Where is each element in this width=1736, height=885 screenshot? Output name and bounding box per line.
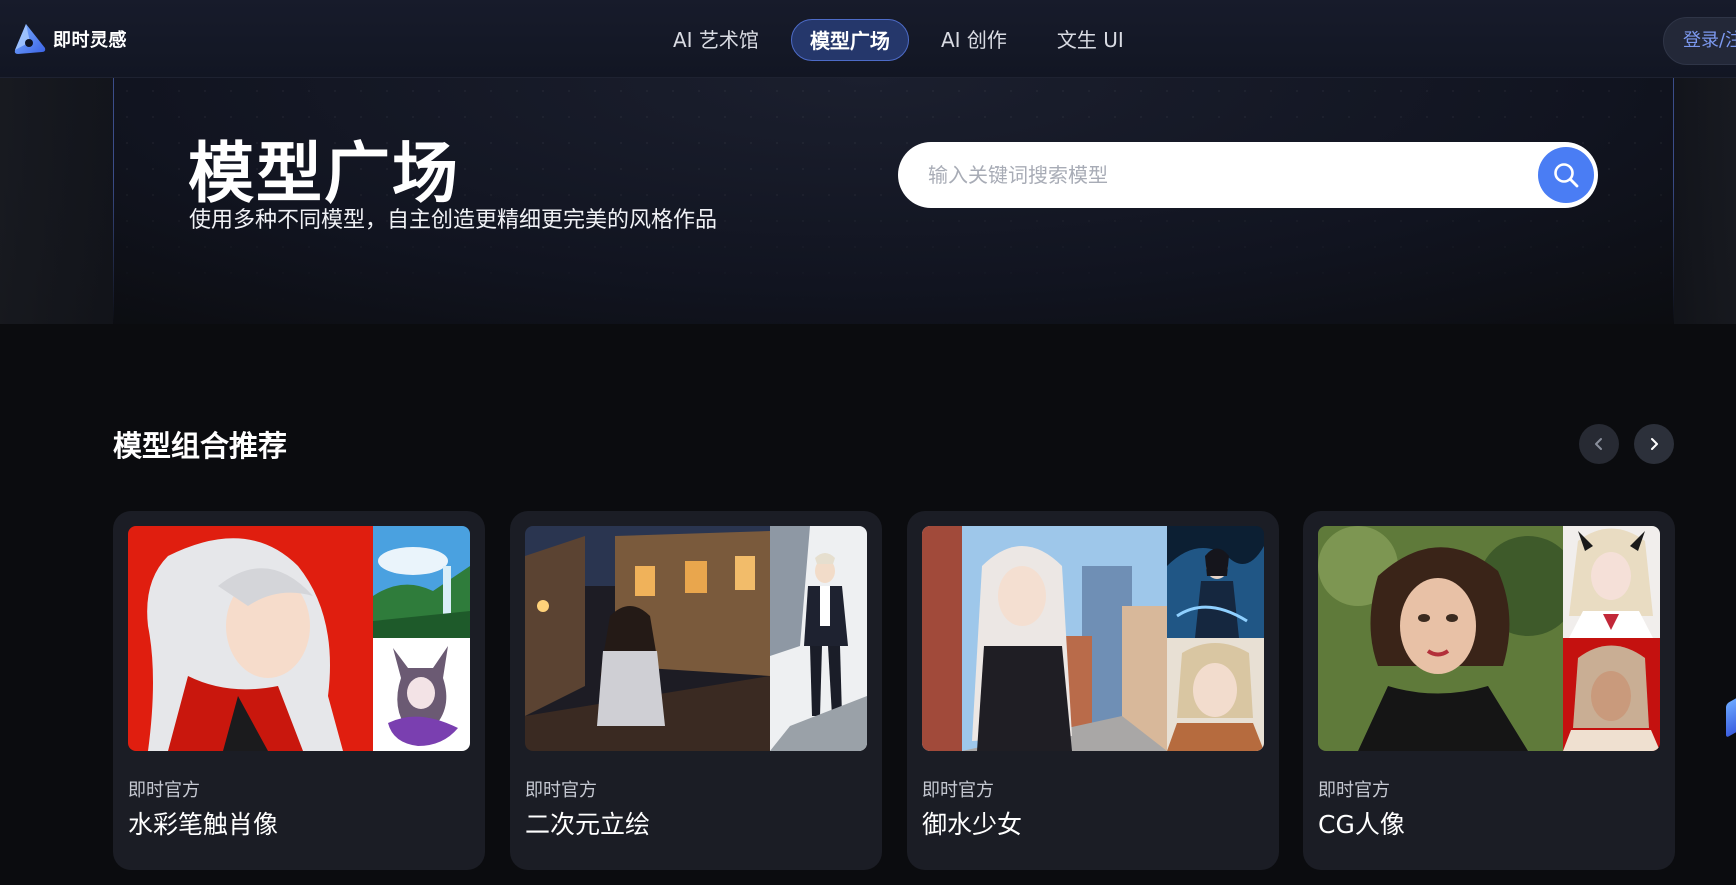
section-title: 模型组合推荐 <box>113 429 288 463</box>
chevron-right-icon <box>1651 438 1658 450</box>
logo-text: 即时灵感 <box>53 30 127 51</box>
card-image-bottom <box>373 638 470 751</box>
card-image-bottom <box>1563 638 1660 751</box>
card-author: 即时官方 <box>525 780 597 801</box>
floating-decoration <box>1726 695 1736 739</box>
card-thumbnail-group <box>1318 526 1660 751</box>
search-button[interactable] <box>1538 147 1594 203</box>
card-image-top <box>373 526 470 638</box>
card-image-top <box>1167 526 1264 638</box>
model-card[interactable]: 即时官方 御水少女 <box>907 511 1279 870</box>
main-nav: AI 艺术馆 模型广场 AI 创作 文生 UI <box>655 19 1156 61</box>
carousel-prev-button[interactable] <box>1579 424 1619 464</box>
card-thumbnail-group <box>128 526 470 751</box>
card-image-main <box>525 526 770 751</box>
model-card[interactable]: 即时官方 二次元立绘 <box>510 511 882 870</box>
card-image-top <box>770 526 867 751</box>
card-title: 水彩笔触肖像 <box>128 810 279 839</box>
card-title: CG人像 <box>1318 810 1405 839</box>
top-header: 即时灵感 AI 艺术馆 模型广场 AI 创作 文生 UI 登录/注册 <box>0 0 1736 78</box>
nav-item-ai-create[interactable]: AI 创作 <box>923 19 1025 61</box>
nav-item-ai-gallery[interactable]: AI 艺术馆 <box>655 19 777 61</box>
model-card[interactable]: 即时官方 CG人像 <box>1303 511 1675 870</box>
card-author: 即时官方 <box>128 780 200 801</box>
hero-side-decoration-right <box>1674 78 1736 324</box>
card-image-top <box>1563 526 1660 638</box>
card-title: 二次元立绘 <box>525 810 651 839</box>
search-icon <box>1554 163 1579 188</box>
login-register-button[interactable]: 登录/注册 <box>1663 17 1736 65</box>
card-image-main <box>922 526 1167 751</box>
chevron-left-icon <box>1595 438 1602 450</box>
card-thumbnail-group <box>525 526 867 751</box>
page-subtitle: 使用多种不同模型，自主创造更精细更完美的风格作品 <box>189 208 718 233</box>
logo[interactable]: 即时灵感 <box>12 22 127 56</box>
card-author: 即时官方 <box>1318 780 1390 801</box>
card-image-main <box>128 526 373 751</box>
card-thumbnail-group <box>922 526 1264 751</box>
nav-item-text-to-ui[interactable]: 文生 UI <box>1039 19 1142 61</box>
search-bar <box>898 142 1598 208</box>
nav-item-model-plaza[interactable]: 模型广场 <box>790 19 909 61</box>
hero-side-decoration-left <box>0 78 113 324</box>
search-input[interactable] <box>928 142 1488 208</box>
card-author: 即时官方 <box>922 780 994 801</box>
model-card[interactable]: 即时官方 水彩笔触肖像 <box>113 511 485 870</box>
logo-icon <box>14 24 46 54</box>
hero-banner: 模型广场 使用多种不同模型，自主创造更精细更完美的风格作品 <box>0 78 1736 324</box>
card-title: 御水少女 <box>922 810 1023 839</box>
carousel-next-button[interactable] <box>1634 424 1674 464</box>
card-image-bottom <box>1167 638 1264 751</box>
card-image-main <box>1318 526 1563 751</box>
